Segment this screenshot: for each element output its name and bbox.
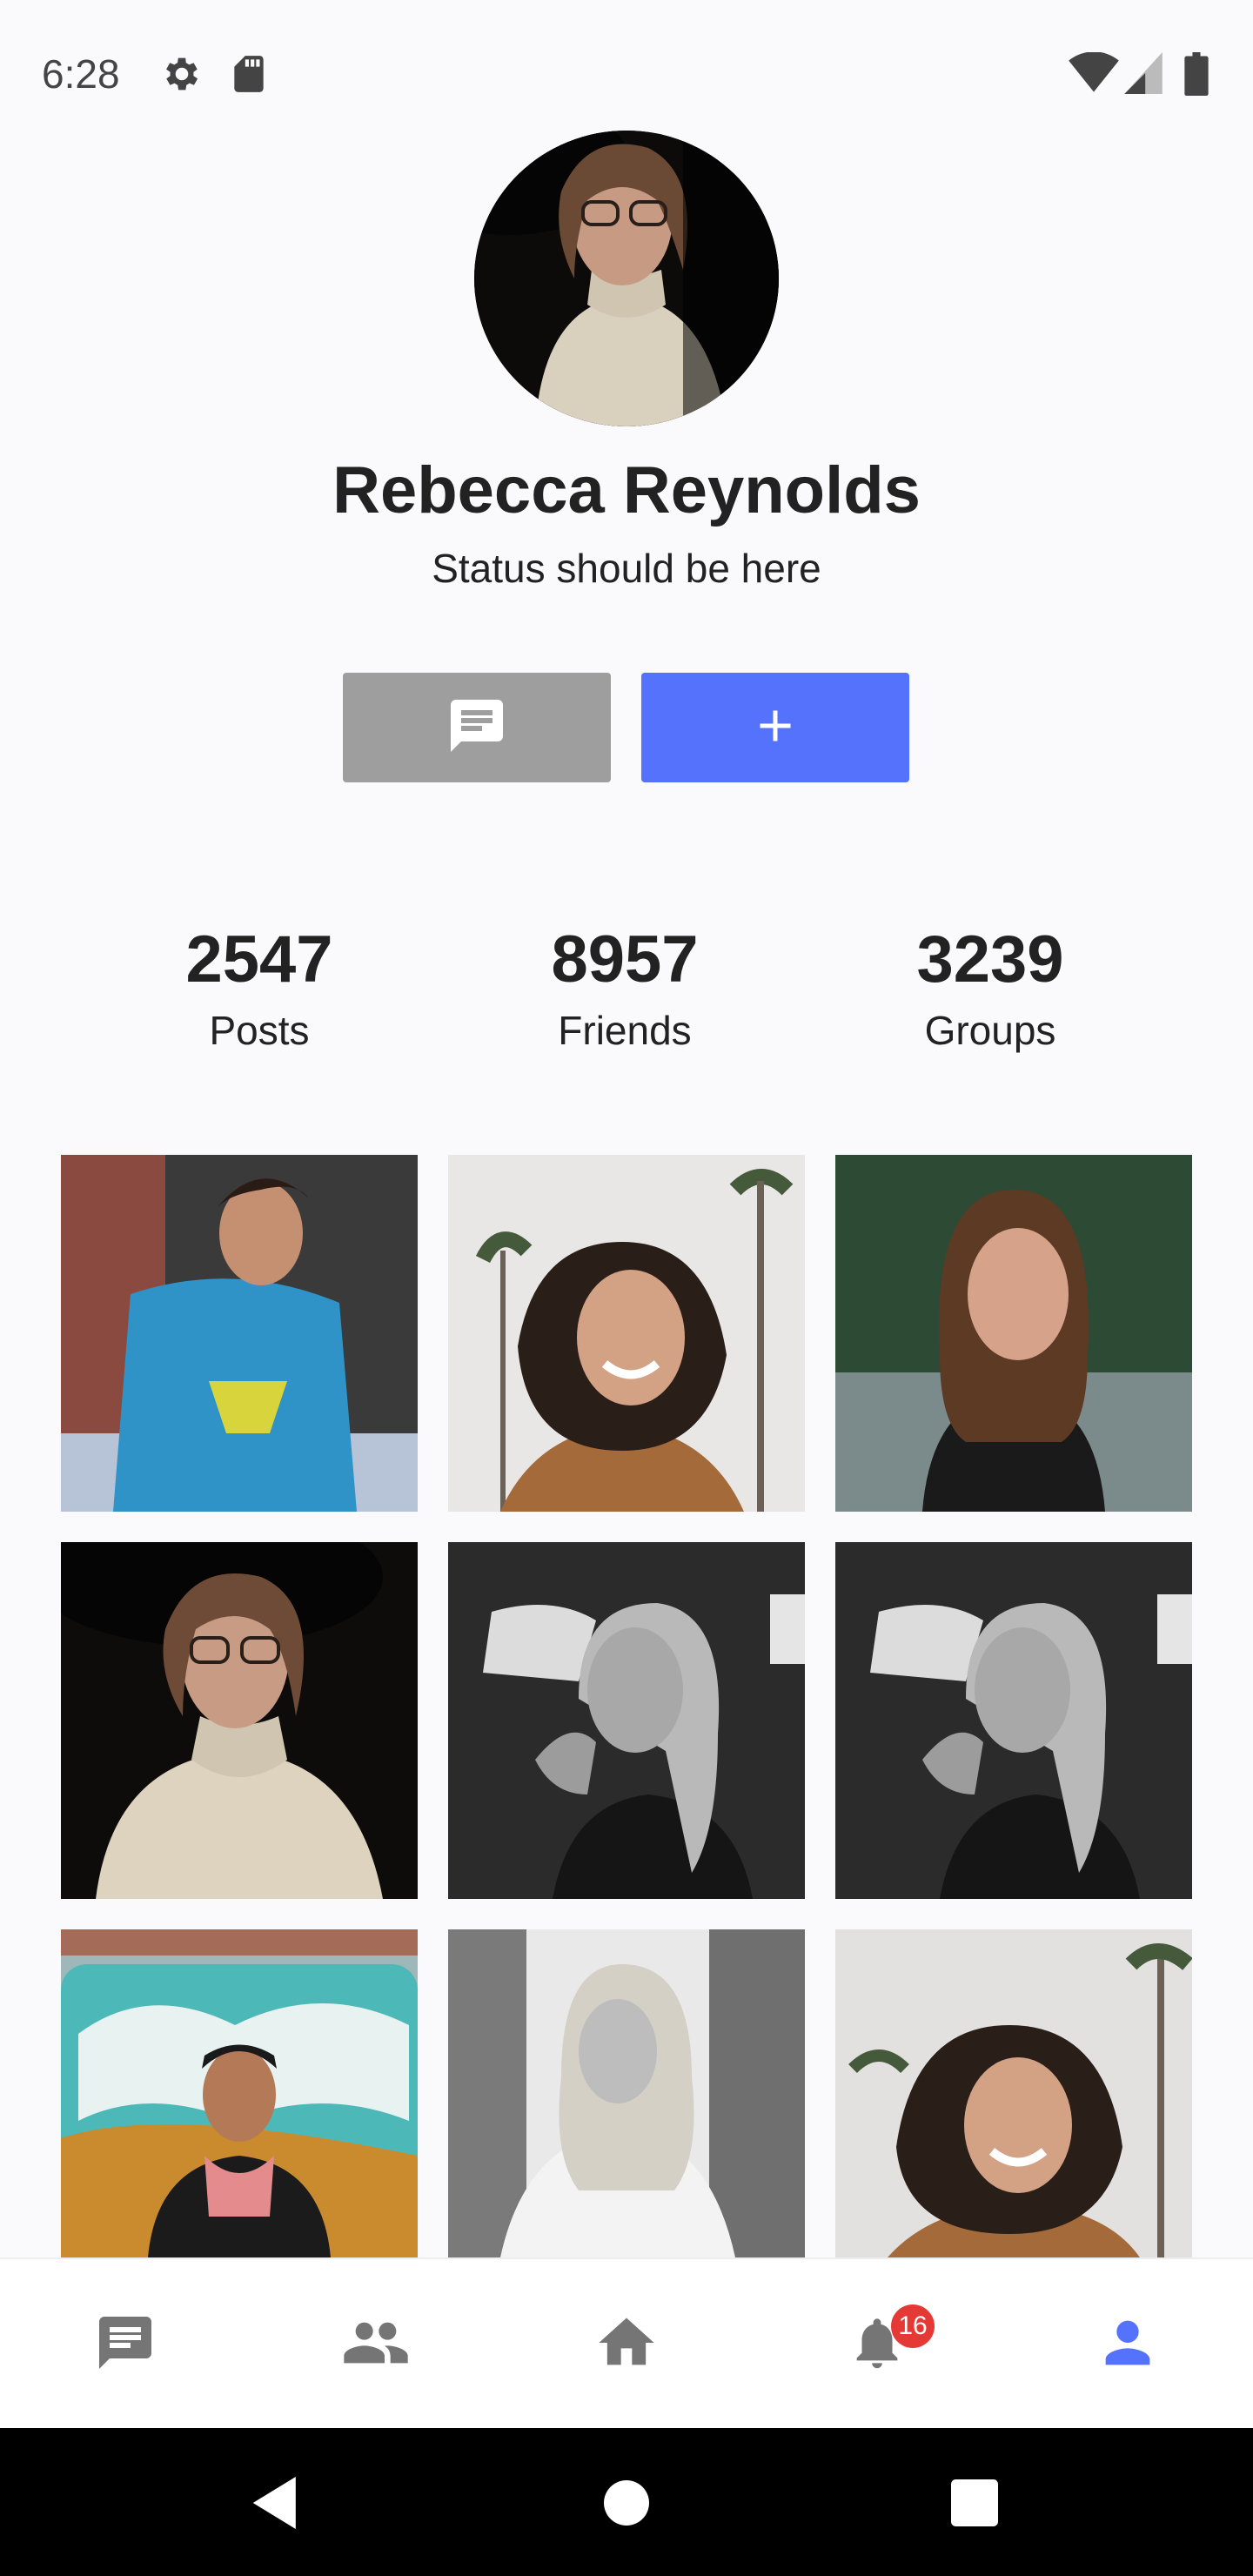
nav-home[interactable] (501, 2259, 752, 2430)
plus-icon (749, 700, 801, 756)
home-circle-icon[interactable] (593, 2470, 660, 2536)
stat-value: 2547 (185, 922, 333, 996)
gallery-photo[interactable] (835, 1155, 1192, 1512)
gallery-photo[interactable] (835, 1929, 1192, 2257)
people-icon (341, 2308, 411, 2382)
nav-notifications[interactable]: 16 (752, 2259, 1002, 2430)
nav-chat[interactable] (0, 2259, 251, 2430)
gallery-photo[interactable] (61, 1929, 418, 2257)
stat-label: Friends (558, 1008, 692, 1053)
chat-icon (94, 2311, 157, 2378)
gallery-photo[interactable] (61, 1155, 418, 1512)
profile-name: Rebecca Reynolds (332, 453, 921, 527)
stat-posts[interactable]: 2547 Posts (129, 918, 390, 1054)
gallery-photo[interactable] (448, 1929, 805, 2257)
stat-friends[interactable]: 8957 Friends (494, 918, 755, 1054)
status-time: 6:28 (42, 51, 120, 97)
stat-groups[interactable]: 3239 Groups (860, 918, 1121, 1054)
person-icon (1095, 2310, 1161, 2380)
nav-profile[interactable] (1002, 2259, 1253, 2430)
stat-value: 8957 (551, 922, 699, 996)
cell-signal-icon (1124, 52, 1163, 98)
nav-people[interactable] (251, 2259, 501, 2430)
gallery-photo[interactable] (448, 1155, 805, 1512)
wifi-icon (1069, 51, 1119, 98)
back-icon[interactable] (244, 2470, 310, 2536)
sd-card-icon (230, 52, 268, 100)
stat-value: 3239 (916, 922, 1064, 996)
bottom-navigation: 16 (0, 2257, 1253, 2430)
stat-label: Posts (209, 1008, 310, 1053)
recents-icon[interactable] (941, 2470, 1008, 2536)
add-friend-button[interactable] (641, 673, 909, 782)
profile-avatar[interactable] (474, 131, 779, 426)
battery-icon (1183, 52, 1209, 100)
status-bar: 6:28 (0, 0, 1253, 150)
gallery-photo[interactable] (61, 1542, 418, 1899)
message-icon (444, 694, 510, 761)
message-button[interactable] (343, 673, 611, 782)
gallery-photo[interactable] (835, 1542, 1192, 1899)
profile-status: Status should be here (432, 546, 821, 591)
stat-label: Groups (924, 1008, 1056, 1053)
gallery-photo[interactable] (448, 1542, 805, 1899)
system-navigation-bar (0, 2428, 1253, 2576)
gear-icon (160, 52, 204, 100)
home-icon (593, 2310, 660, 2380)
notification-badge: 16 (891, 2304, 935, 2348)
